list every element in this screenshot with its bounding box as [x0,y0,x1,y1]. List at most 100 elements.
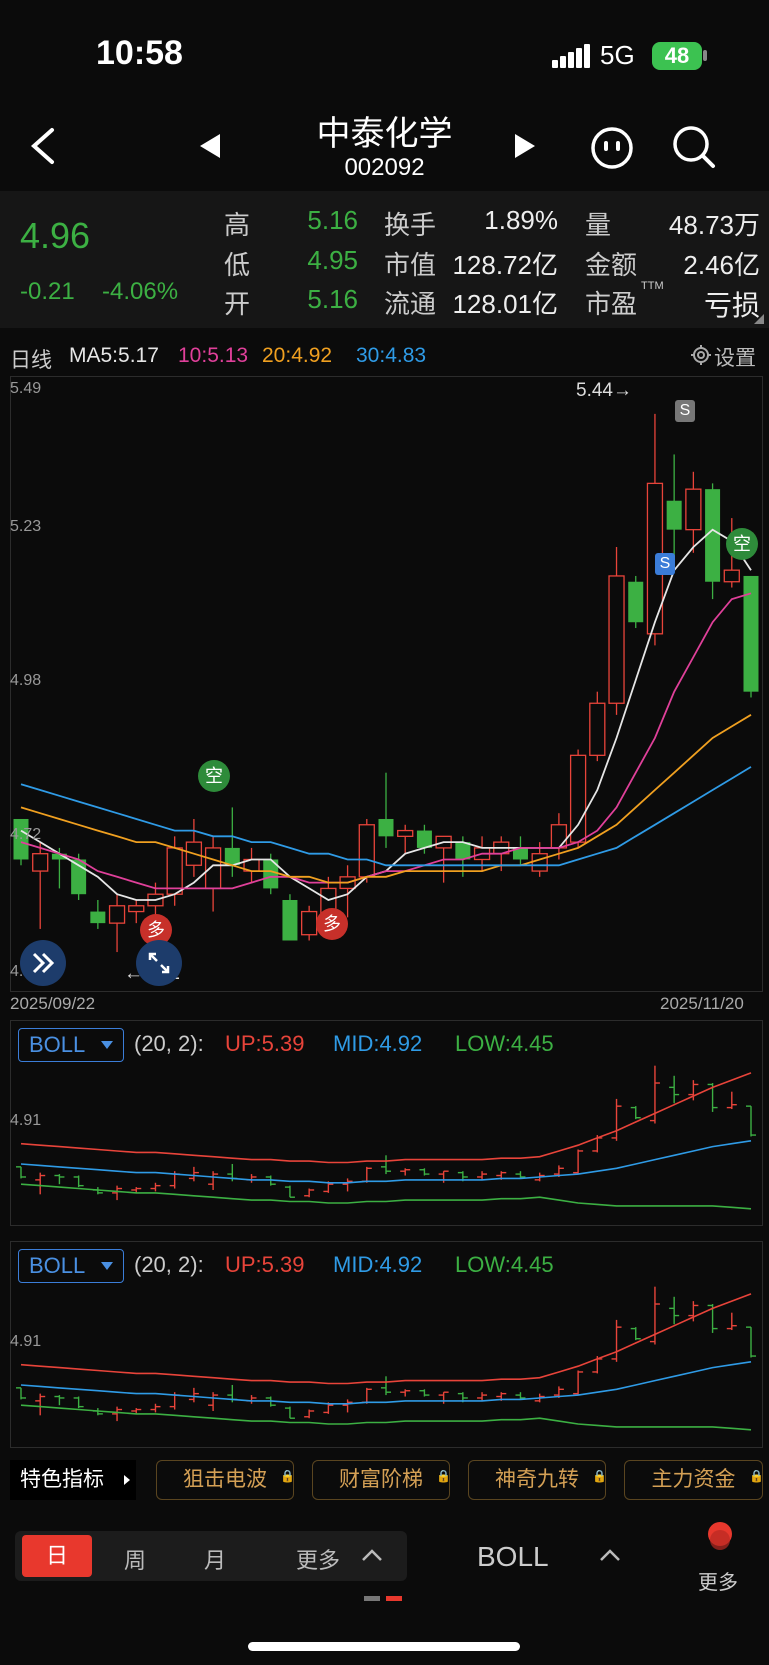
kline-svg [13,413,759,953]
triangle-right-icon [515,134,535,158]
chart-period-label[interactable]: 日线 [10,344,52,374]
search-icon [673,126,715,168]
boll-up-1: UP:5.39 [225,1031,305,1056]
next-stock-button[interactable] [513,132,537,160]
ma10-value: 10:5.13 [178,344,249,367]
dropdown-triangle-icon [101,1041,113,1049]
candle-body [685,488,702,531]
feature-btn-label: 主力资金 [651,1468,736,1491]
stock-code: 002092 [344,154,425,181]
boll-low-1: LOW:4.45 [455,1031,554,1056]
feature-btn-nine[interactable]: 神奇九转 🔒 [468,1460,607,1500]
signal-kong-marker-2[interactable]: 空 [726,528,758,560]
signal-duo-marker-2[interactable]: 多 [316,908,348,940]
candle-body [723,569,740,583]
boll-params-2: (20, 2): [134,1252,204,1277]
battery-icon: 48 [652,42,702,70]
indicator-selector[interactable]: BOLL [477,1541,549,1573]
lock-icon: 🔒 [749,1469,764,1483]
settings-label: 设置 [714,347,756,370]
boll-selector-label: BOLL [29,1253,86,1278]
chevron-up-icon [362,1549,382,1561]
boll-params-1: (20, 2): [134,1031,204,1056]
home-indicator[interactable] [248,1642,520,1651]
feature-indicators-menu[interactable]: 特色指标 [10,1460,136,1500]
expand-corner-icon[interactable] [754,314,764,324]
low-value: 4.95 [307,245,358,275]
more-button[interactable]: 更多 [694,1520,746,1594]
pe-value: 亏损 [703,290,760,321]
network-type: 5G [600,40,635,70]
feature-btn-sniper[interactable]: 狙击电波 🔒 [156,1460,295,1500]
chat-bubble-icon [591,127,633,169]
signal-kong-marker[interactable]: 空 [198,760,230,792]
status-time: 10:58 [96,34,183,72]
candle-body [455,842,471,860]
more-label: 更多 [698,1572,738,1594]
candle-body [128,905,145,913]
candle-body [531,853,548,872]
feature-btn-wealth[interactable]: 财富阶梯 🔒 [312,1460,451,1500]
period-day-tab[interactable]: 日 [22,1535,92,1577]
boll-selector-2[interactable]: BOLL [18,1249,124,1283]
lock-icon: 🔒 [280,1469,295,1483]
period-week-tab[interactable]: 周 [124,1543,146,1575]
period-month-tab[interactable]: 月 [204,1543,226,1575]
candle-body [550,824,568,849]
expand-arrows-icon [148,952,170,974]
boll-level-1: 4.91 [10,1112,42,1129]
candle-body [569,754,587,843]
y-label-top: 5.49 [10,380,42,397]
feature-btn-capital[interactable]: 主力资金 🔒 [624,1460,764,1500]
end-date: 2025/11/20 [660,994,744,1013]
caret-right-icon [124,1475,130,1485]
float-cap-label: 流通 [384,289,437,319]
ma30-value: 30:4.83 [356,344,427,367]
candle-body [204,847,222,890]
y-label-4: 4.72 [10,826,42,843]
chat-button[interactable] [590,126,634,170]
turnover-label: 换手 [384,210,437,240]
market-cap-value: 128.72亿 [452,250,558,280]
candle-body [666,500,682,530]
feature-btn-label: 神奇九转 [495,1468,579,1491]
settings-button[interactable]: 设置 [690,342,762,370]
signal-s-marker[interactable]: S [675,400,695,422]
candle-body [282,899,298,941]
amount-value: 2.46亿 [683,250,760,280]
feature-btn-label: 狙击电波 [183,1468,267,1491]
period-expand-button[interactable] [360,1546,384,1564]
candle-body [589,702,606,756]
fullscreen-button[interactable] [136,940,182,986]
period-more-tab[interactable]: 更多 [296,1543,340,1575]
more-icon [708,1522,732,1550]
double-chevron-right-icon [32,952,55,974]
float-cap-value: 128.01亿 [452,289,558,319]
chevron-up-icon [600,1549,620,1561]
lock-icon: 🔒 [436,1469,451,1483]
ma5-value: MA5:5.17 [69,344,159,367]
current-price: 4.96 [20,215,91,256]
signal-icon [552,44,590,68]
market-cap-label: 市值 [384,250,437,280]
feature-indicators-label: 特色指标 [20,1468,104,1491]
kline-chart[interactable] [10,376,763,992]
page-indicator [364,1596,404,1602]
candle-body [108,905,126,924]
high-value: 5.16 [307,205,358,235]
lock-icon: 🔒 [592,1469,607,1483]
price-change-pct: -4.06% [102,278,179,305]
boll-mid-1: MID:4.92 [333,1031,423,1056]
boll-selector-1[interactable]: BOLL [18,1028,124,1062]
expand-sidebar-button[interactable] [20,940,66,986]
signal-s-marker-2[interactable]: S [655,553,675,575]
battery-cap [703,50,707,61]
high-marker: 5.44→ [576,380,632,401]
boll-line-low [20,1404,752,1431]
boll-line-up [20,1293,752,1385]
indicator-expand-button[interactable] [598,1546,622,1564]
price-change: -0.21 [20,278,75,305]
boll-line-low [20,1183,752,1210]
boll-line-up [20,1072,752,1164]
search-button[interactable] [671,124,717,170]
